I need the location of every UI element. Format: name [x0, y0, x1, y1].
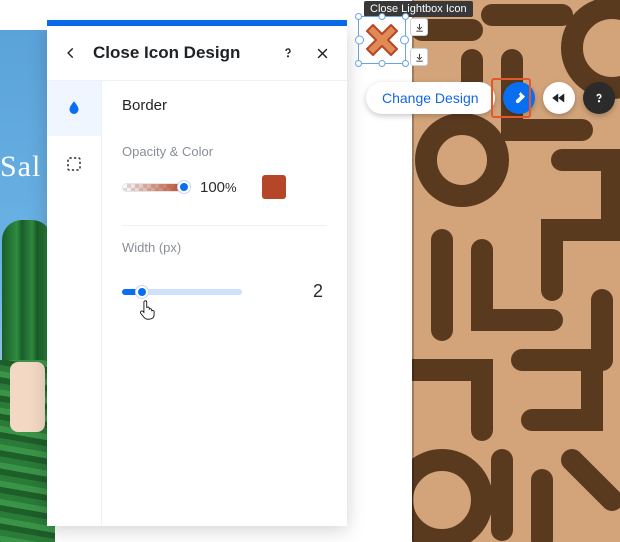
- pointer-cursor-icon: [138, 299, 158, 326]
- back-button[interactable]: [61, 46, 81, 60]
- width-slider[interactable]: [122, 289, 242, 295]
- selected-close-icon[interactable]: [358, 16, 406, 64]
- tab-fill[interactable]: [47, 81, 101, 136]
- download-icon: [414, 22, 425, 33]
- cactus-graphic: [2, 220, 52, 360]
- chevron-left-icon: [64, 46, 78, 60]
- width-label: Width (px): [122, 240, 327, 255]
- width-value: 2: [313, 281, 323, 302]
- panel-header: Close Icon Design: [47, 26, 347, 81]
- animation-icon: [550, 89, 568, 107]
- color-swatch[interactable]: [262, 175, 286, 199]
- question-icon: [592, 91, 606, 105]
- opacity-color-label: Opacity & Color: [122, 144, 327, 159]
- skin-graphic: [10, 362, 45, 432]
- download-icon: [414, 52, 425, 63]
- dashed-square-icon: [65, 155, 83, 173]
- change-design-button[interactable]: Change Design: [366, 82, 495, 114]
- brush-icon: [511, 90, 527, 106]
- droplet-icon: [65, 99, 83, 117]
- sale-text-fragment: Sal: [0, 150, 41, 184]
- opacity-value: 100%: [200, 179, 248, 196]
- design-button[interactable]: [503, 82, 535, 114]
- close-icon-design-panel: Close Icon Design Border Opacity & Color: [47, 26, 347, 526]
- help-circle-button[interactable]: [583, 82, 615, 114]
- animation-button[interactable]: [543, 82, 575, 114]
- panel-content: Border Opacity & Color 100% Width (px): [102, 81, 347, 526]
- download-button-top[interactable]: [410, 18, 428, 36]
- panel-side-tabs: [47, 81, 102, 526]
- width-slider-thumb[interactable]: [136, 286, 148, 298]
- help-button[interactable]: [277, 42, 299, 64]
- opacity-slider[interactable]: [122, 183, 186, 192]
- panel-title: Close Icon Design: [93, 43, 265, 63]
- selection-outline: [358, 16, 406, 64]
- download-button-bottom[interactable]: [410, 48, 428, 66]
- close-panel-button[interactable]: [311, 42, 333, 64]
- tab-corners[interactable]: [47, 136, 101, 191]
- divider: [122, 225, 327, 226]
- close-icon: [315, 46, 330, 61]
- section-title-border: Border: [122, 97, 327, 114]
- help-icon: [280, 45, 296, 61]
- element-toolbar: Change Design: [366, 82, 615, 114]
- opacity-slider-thumb[interactable]: [178, 181, 190, 193]
